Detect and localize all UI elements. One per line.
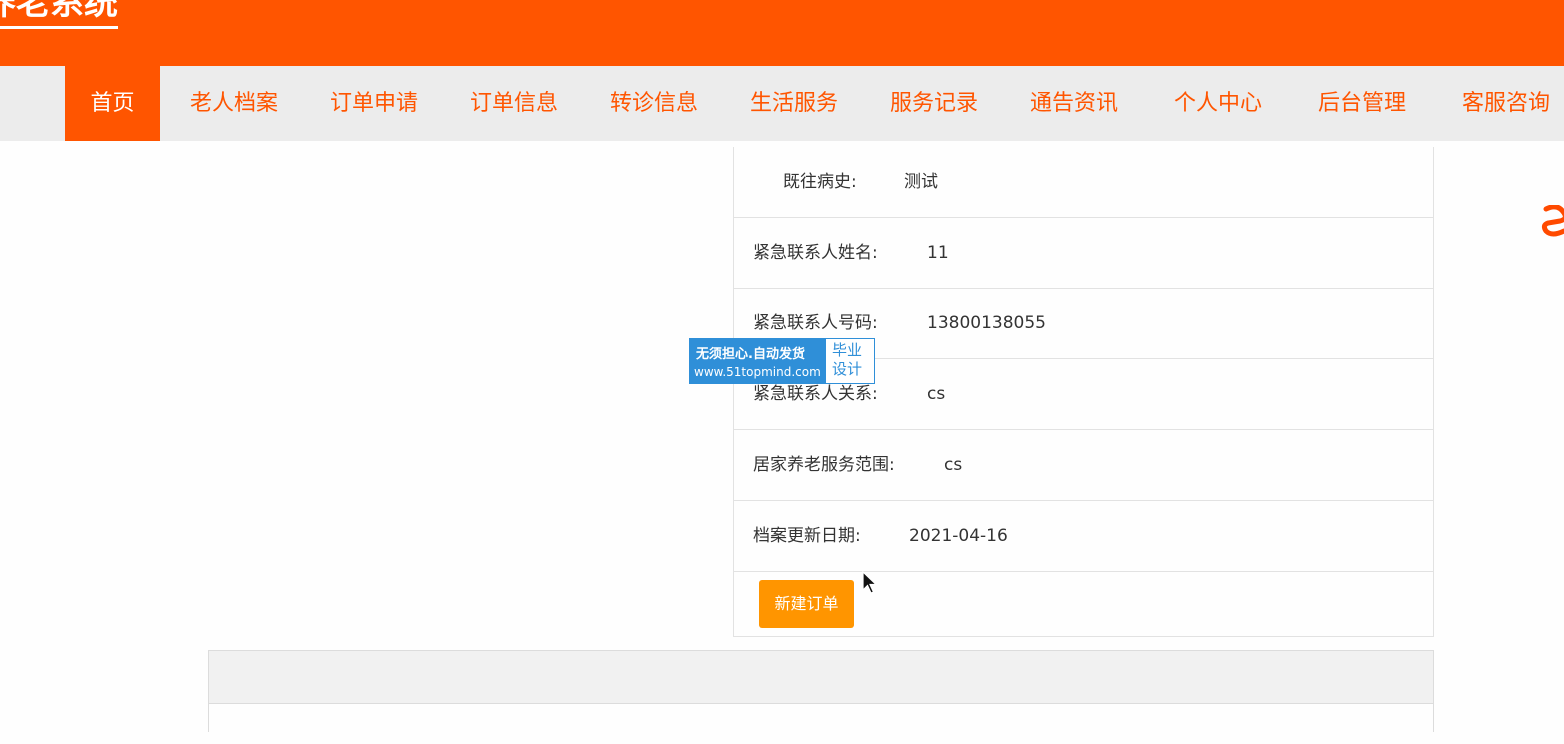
main-nav: 首页 老人档案 订单申请 订单信息 转诊信息 生活服务 服务记录 通告资讯 个人… — [0, 66, 1564, 141]
row-label: 档案更新日期: — [753, 526, 861, 546]
nav-item-referral-info[interactable]: 转诊信息 — [608, 66, 700, 141]
new-order-button[interactable]: 新建订单 — [759, 580, 854, 628]
row-value: cs — [927, 384, 946, 404]
row-medical-history: 既往病史: 测试 — [734, 147, 1433, 218]
watermark-line2: www.51topmind.com — [694, 365, 821, 379]
site-title[interactable]: 养老系统 — [0, 0, 118, 29]
bottom-panel-body — [209, 703, 1433, 744]
row-label: 既往病史: — [783, 172, 857, 192]
row-value: 13800138055 — [927, 313, 1046, 333]
nav-item-personal-center[interactable]: 个人中心 — [1172, 66, 1264, 141]
nav-item-home[interactable]: 首页 — [65, 66, 160, 141]
row-value: 测试 — [904, 172, 938, 192]
nav-item-admin[interactable]: 后台管理 — [1316, 66, 1408, 141]
nav-item-service-record[interactable]: 服务记录 — [888, 66, 980, 141]
header-bar: 养老系统 — [0, 0, 1564, 66]
watermark-left: 无须担心.自动发货 www.51topmind.com — [690, 339, 826, 383]
row-label: 紧急联系人姓名: — [753, 243, 878, 263]
row-value: 2021-04-16 — [909, 526, 1008, 546]
row-value: cs — [944, 455, 963, 475]
sogou-ime-icon[interactable] — [1538, 205, 1564, 237]
nav-item-customer-service[interactable]: 客服咨询 — [1460, 66, 1552, 141]
row-value: 11 — [927, 243, 949, 263]
watermark-badge: 无须担心.自动发货 www.51topmind.com 毕业设计 — [689, 338, 875, 384]
profile-panel: 既往病史: 测试 紧急联系人姓名: 11 紧急联系人号码: 1380013805… — [733, 147, 1434, 637]
row-update-date: 档案更新日期: 2021-04-16 — [734, 501, 1433, 572]
nav-item-announcements[interactable]: 通告资讯 — [1028, 66, 1120, 141]
nav-item-life-service[interactable]: 生活服务 — [748, 66, 840, 141]
row-service-scope: 居家养老服务范围: cs — [734, 430, 1433, 501]
row-emergency-name: 紧急联系人姓名: 11 — [734, 218, 1433, 289]
bottom-panel — [208, 650, 1434, 744]
row-label: 居家养老服务范围: — [753, 455, 895, 475]
watermark-right: 毕业设计 — [832, 341, 863, 378]
nav-item-order-info[interactable]: 订单信息 — [468, 66, 560, 141]
nav-item-elder-profile[interactable]: 老人档案 — [188, 66, 280, 141]
watermark-line1: 无须担心.自动发货 — [696, 347, 805, 362]
mouse-cursor-icon — [862, 571, 878, 594]
nav-item-order-apply[interactable]: 订单申请 — [328, 66, 420, 141]
